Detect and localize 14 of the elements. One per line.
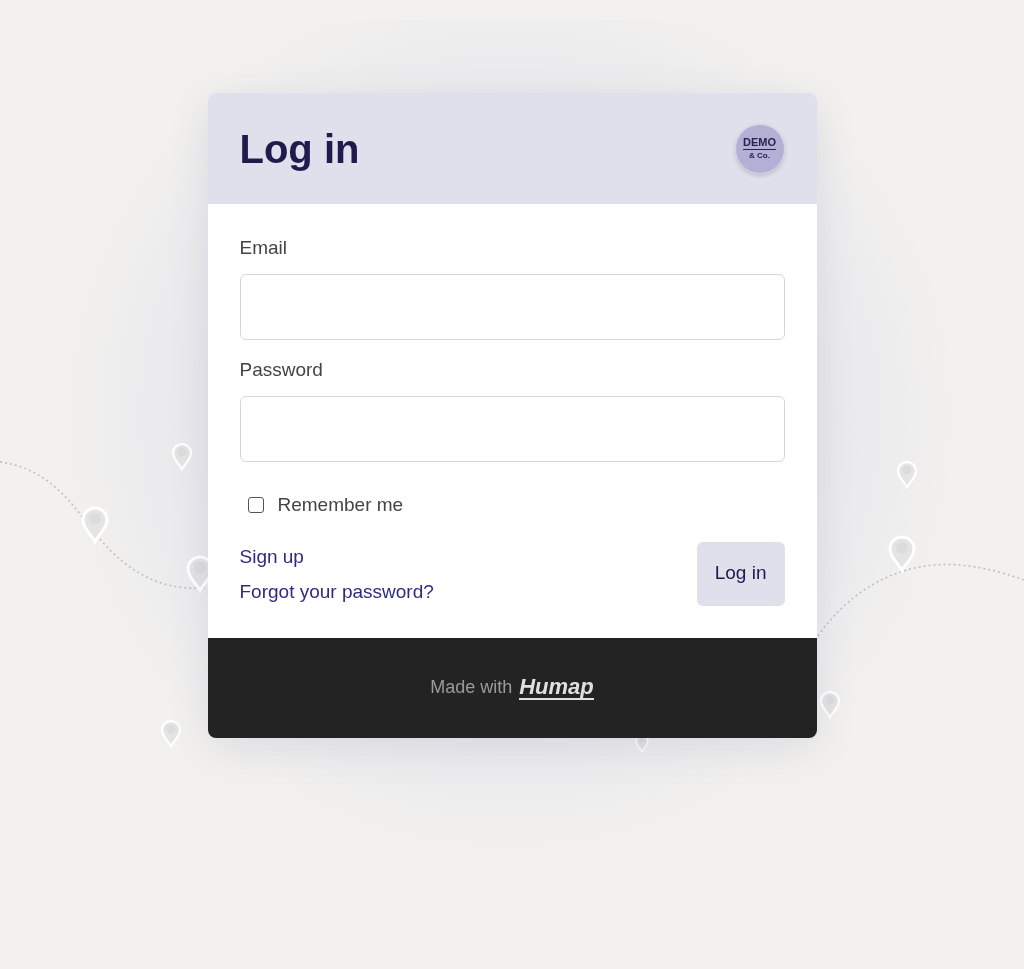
brand-logo: Humap xyxy=(519,675,594,700)
card-title: Log in xyxy=(239,125,360,173)
logo-text: DEMO xyxy=(743,137,776,150)
password-label: Password xyxy=(239,360,324,379)
remember-label: Remember me xyxy=(277,493,404,517)
email-label: Email xyxy=(239,238,288,257)
remember-checkbox[interactable] xyxy=(247,497,264,514)
footer-text: Made with xyxy=(430,676,513,699)
password-field[interactable] xyxy=(239,396,785,462)
text-link[interactable]: Sign up xyxy=(239,543,304,569)
email-field[interactable] xyxy=(239,274,785,340)
text-link[interactable]: Forgot your password? xyxy=(239,578,434,604)
login-button[interactable]: Log in xyxy=(696,541,785,606)
logo-subtext: & Co. xyxy=(749,152,770,160)
